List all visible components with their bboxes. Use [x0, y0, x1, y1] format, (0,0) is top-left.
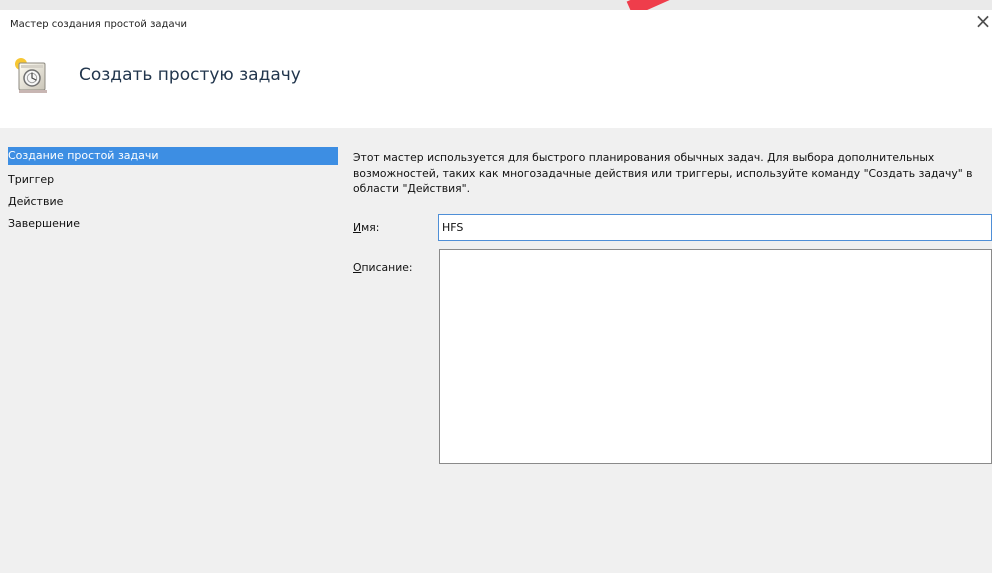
title-bar: Мастер создания простой задачи ×: [0, 0, 992, 38]
name-label-rest: мя:: [361, 221, 380, 234]
wizard-heading: Создать простую задачу: [79, 65, 301, 85]
simple-task-wizard-window: Мастер создания простой задачи × Создать…: [0, 0, 992, 573]
task-scheduler-icon: [12, 56, 50, 96]
description-label-access-key: О: [353, 261, 362, 274]
name-label: Имя:: [353, 221, 379, 235]
wizard-step-list: Создание простой задачи Триггер Действие…: [8, 147, 340, 235]
name-label-access-key: И: [353, 221, 362, 234]
task-scheduler-icon-graphic: [15, 58, 47, 93]
task-name-input[interactable]: [438, 214, 992, 241]
description-label: Описание:: [353, 261, 413, 275]
description-label-rest: писание:: [361, 261, 413, 274]
wizard-header: Мастер создания простой задачи × Создать…: [0, 0, 992, 128]
task-description-textarea[interactable]: [439, 249, 992, 464]
wizard-step-trigger[interactable]: Триггер: [8, 169, 340, 191]
wizard-intro-text: Этот мастер используется для быстрого пл…: [353, 151, 973, 195]
window-title: Мастер создания простой задачи: [10, 19, 187, 30]
wizard-step-action[interactable]: Действие: [8, 191, 340, 213]
close-button[interactable]: ×: [974, 11, 992, 35]
wizard-step-create-simple-task[interactable]: Создание простой задачи: [8, 147, 338, 165]
wizard-step-finish[interactable]: Завершение: [8, 213, 340, 235]
wizard-body: Создание простой задачи Триггер Действие…: [0, 128, 992, 573]
wizard-content: Этот мастер используется для быстрого пл…: [353, 147, 992, 547]
